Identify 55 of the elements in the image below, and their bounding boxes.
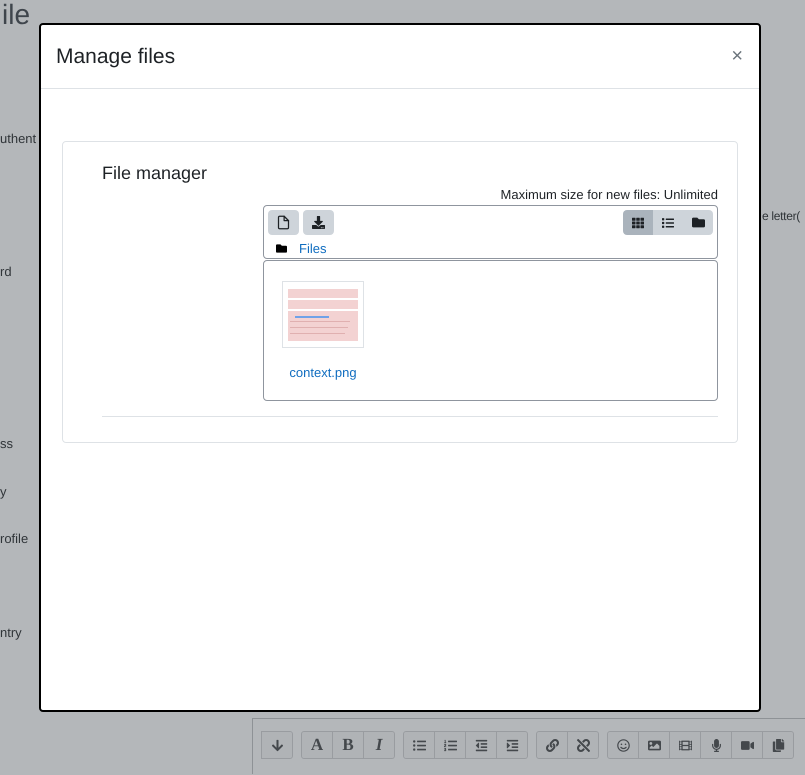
editor-button[interactable]: [261, 731, 293, 759]
form-label: ntry: [0, 625, 23, 641]
numbered-list-icon: [444, 738, 456, 752]
indent-icon: [506, 738, 518, 752]
folder-icon: [692, 216, 704, 229]
add-file-button[interactable]: [268, 210, 299, 235]
unlink-icon: [576, 738, 590, 752]
download-icon: [312, 216, 325, 229]
image-icon: [648, 738, 660, 752]
editor-button[interactable]: [701, 731, 732, 759]
file-thumbnail[interactable]: [282, 281, 364, 348]
editor-button[interactable]: [466, 731, 497, 759]
file-name-link[interactable]: context.png: [289, 365, 357, 380]
form-label: y: [0, 484, 8, 500]
editor-button[interactable]: [670, 731, 701, 759]
editor-button[interactable]: [536, 731, 568, 759]
form-label: rofile: [0, 531, 30, 547]
page-heading: ile: [2, 0, 30, 30]
microphone-icon: [710, 738, 722, 752]
path-link[interactable]: Files: [299, 241, 326, 256]
copy-icon: [772, 738, 784, 752]
view-mode-button[interactable]: [623, 210, 653, 235]
form-label: uthent: [0, 131, 38, 147]
arrow-down-icon: [270, 738, 284, 752]
max-size-text: Maximum size for new files: Unlimited: [500, 187, 718, 202]
close-button[interactable]: ×: [729, 45, 745, 68]
form-label: ss: [0, 436, 14, 452]
editor-button[interactable]: [607, 731, 639, 759]
editor-button[interactable]: [497, 731, 528, 759]
video-camera-icon: [740, 738, 754, 752]
editor-button[interactable]: B: [333, 731, 364, 759]
editor-button[interactable]: I: [364, 731, 395, 759]
list-icon: [662, 216, 674, 228]
folder-icon: [276, 243, 287, 254]
outdent-icon: [474, 738, 488, 752]
editor-button[interactable]: [403, 731, 435, 759]
grid-icon: [632, 216, 644, 228]
editor-button[interactable]: A: [301, 731, 333, 759]
link-icon: [546, 738, 558, 752]
dialog-title: Manage files: [56, 44, 176, 68]
editor-button[interactable]: [568, 731, 599, 759]
editor-button[interactable]: [639, 731, 670, 759]
view-mode-button[interactable]: [653, 210, 683, 235]
editor-button[interactable]: [732, 731, 763, 759]
form-label: rd: [0, 264, 13, 280]
view-mode-button[interactable]: [683, 210, 713, 235]
editor-button[interactable]: [763, 731, 794, 759]
film-icon: [678, 738, 692, 752]
editor-button[interactable]: [435, 731, 466, 759]
file-icon: [276, 215, 291, 230]
section-title: File manager: [102, 163, 208, 184]
smiley-icon: [616, 738, 630, 752]
download-button[interactable]: [303, 210, 334, 235]
form-label: e letter(: [762, 209, 800, 223]
bullet-list-icon: [412, 738, 426, 752]
